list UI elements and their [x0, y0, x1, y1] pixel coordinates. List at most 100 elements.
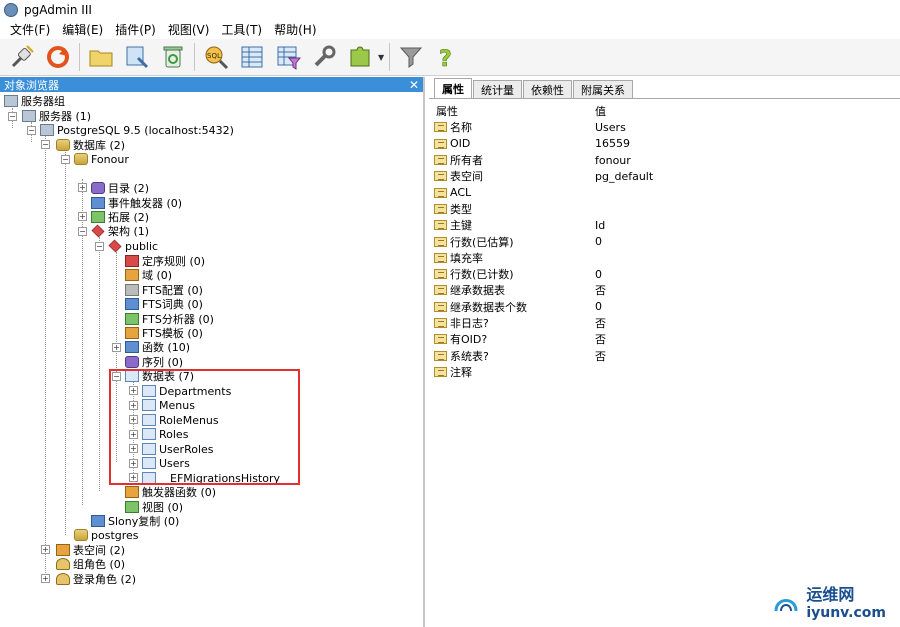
property-row[interactable]: 注释: [434, 364, 900, 380]
tree-node-fonour-db[interactable]: Fonour: [74, 152, 129, 166]
property-row[interactable]: 有OID? 否: [434, 331, 900, 347]
collapse-toggle[interactable]: −: [8, 112, 17, 121]
menu-plugins[interactable]: 插件(P): [109, 21, 162, 38]
property-row[interactable]: 非日志? 否: [434, 315, 900, 331]
toolbar: SQL ▼ ?: [0, 39, 900, 76]
tree-node-extensions[interactable]: 拓展 (2): [91, 210, 149, 224]
property-row[interactable]: 继承数据表 否: [434, 282, 900, 298]
tree-node-slony-replication[interactable]: Slony复制 (0): [91, 514, 179, 528]
tab-statistics[interactable]: 统计量: [473, 80, 522, 98]
properties-icon: [126, 46, 149, 69]
connect-icon: [11, 45, 34, 68]
expand-toggle[interactable]: +: [41, 545, 50, 554]
property-name: 类型: [450, 202, 472, 216]
open-folder-button[interactable]: [85, 41, 117, 73]
tree-node-views[interactable]: 视图 (0): [125, 500, 183, 514]
tree-node-fts-parsers[interactable]: FTS分析器 (0): [125, 312, 214, 326]
tree-node-fts-templates[interactable]: FTS模板 (0): [125, 326, 203, 340]
property-value: pg_default: [595, 169, 654, 183]
tree-node-collations[interactable]: 定序规则 (0): [125, 254, 205, 268]
hint-button[interactable]: [395, 41, 427, 73]
collapse-toggle[interactable]: −: [41, 140, 50, 149]
help-button[interactable]: ?: [431, 41, 463, 73]
watermark-cn: 运维网: [806, 585, 855, 604]
tree-node-postgres-db[interactable]: postgres: [74, 528, 139, 542]
property-icon: [434, 285, 447, 296]
plugins-dropdown-arrow[interactable]: ▼: [378, 41, 386, 73]
tree-node-domains[interactable]: 域 (0): [125, 268, 172, 282]
property-row[interactable]: ACL: [434, 184, 900, 200]
delete-button[interactable]: [157, 41, 189, 73]
property-row[interactable]: 系统表? 否: [434, 347, 900, 363]
property-value: 否: [595, 284, 606, 298]
tree-node-databases[interactable]: 数据库 (2): [56, 138, 125, 152]
property-row[interactable]: 名称 Users: [434, 119, 900, 135]
svg-text:?: ?: [439, 47, 452, 70]
tree-node-catalogs[interactable]: 目录 (2): [91, 181, 149, 195]
property-name: 有OID?: [450, 333, 488, 347]
menu-tools[interactable]: 工具(T): [215, 21, 268, 38]
property-row[interactable]: 类型: [434, 201, 900, 217]
property-row[interactable]: 行数(已估算) 0: [434, 233, 900, 249]
view-data-button[interactable]: [236, 41, 268, 73]
plugins-button[interactable]: [344, 41, 376, 73]
menu-file[interactable]: 文件(F): [4, 21, 56, 38]
properties-button[interactable]: [121, 41, 153, 73]
menu-view[interactable]: 视图(V): [162, 21, 216, 38]
property-row[interactable]: 填充率: [434, 250, 900, 266]
tree-node-postgresql-server[interactable]: PostgreSQL 9.5 (localhost:5432): [40, 123, 234, 137]
filter-data-button[interactable]: [272, 41, 304, 73]
property-icon: [434, 155, 447, 166]
expand-toggle[interactable]: +: [78, 212, 87, 221]
property-name: 继承数据表个数: [450, 300, 527, 314]
view-data-icon: [241, 46, 263, 68]
tree-node-group-roles[interactable]: 组角色 (0): [56, 557, 125, 571]
sql-button[interactable]: SQL: [200, 41, 232, 73]
view-icon: [125, 501, 139, 513]
close-icon[interactable]: ✕: [409, 78, 419, 92]
property-row[interactable]: 表空间 pg_default: [434, 168, 900, 184]
tree-node-public-schema[interactable]: public: [108, 239, 158, 253]
database-icon: [74, 529, 88, 541]
property-row[interactable]: 所有者 fonour: [434, 152, 900, 168]
hint-funnel-icon: [399, 47, 423, 68]
property-name: 名称: [450, 121, 472, 135]
tree-node-fts-dictionaries[interactable]: FTS词典 (0): [125, 297, 203, 311]
tab-properties[interactable]: 属性: [434, 78, 472, 98]
property-row[interactable]: 主键 Id: [434, 217, 900, 233]
tree-node-server-groups[interactable]: 服务器组: [4, 94, 65, 108]
tab-dependencies[interactable]: 依赖性: [523, 80, 572, 98]
tree-node-servers[interactable]: 服务器 (1): [22, 109, 91, 123]
expand-toggle[interactable]: +: [112, 343, 121, 352]
tree-node-event-triggers[interactable]: 事件触发器 (0): [91, 196, 182, 210]
help-question-icon: ?: [439, 47, 452, 70]
property-icon: [434, 301, 447, 312]
collapse-toggle[interactable]: −: [27, 126, 36, 135]
property-row[interactable]: 继承数据表个数 0: [434, 299, 900, 315]
watermark: 运维网 iyunv.com: [772, 581, 886, 621]
property-row[interactable]: OID 16559: [434, 136, 900, 152]
tables-highlight-annotation: [109, 369, 300, 485]
tree-node-tablespaces[interactable]: 表空间 (2): [56, 543, 125, 557]
collapse-toggle[interactable]: −: [95, 242, 104, 251]
tree-node-fts-configurations[interactable]: FTS配置 (0): [125, 283, 203, 297]
connect-button[interactable]: [6, 41, 38, 73]
menu-help[interactable]: 帮助(H): [268, 21, 322, 38]
collapse-toggle[interactable]: −: [78, 227, 87, 236]
tree-node-sequences[interactable]: 序列 (0): [125, 355, 183, 369]
tree-node-functions[interactable]: 函数 (10): [125, 340, 190, 354]
property-row[interactable]: 行数(已计数) 0: [434, 266, 900, 282]
expand-toggle[interactable]: +: [78, 183, 87, 192]
refresh-button[interactable]: [42, 41, 74, 73]
tree-node-schemas[interactable]: 架构 (1): [91, 224, 149, 238]
tree-node-login-roles[interactable]: 登录角色 (2): [56, 572, 136, 586]
tree-node-trigger-functions[interactable]: 触发器函数 (0): [125, 485, 216, 499]
menu-edit[interactable]: 编辑(E): [56, 21, 109, 38]
maintenance-button[interactable]: [308, 41, 340, 73]
sequence-icon: [125, 356, 139, 368]
svg-text:SQL: SQL: [207, 52, 221, 60]
object-browser-panel: 对象浏览器 ✕ 服务器组 − 服务器 (1) − PostgreSQL 9.5 …: [0, 77, 425, 627]
collapse-toggle[interactable]: −: [61, 155, 70, 164]
expand-toggle[interactable]: +: [41, 574, 50, 583]
tab-dependents[interactable]: 附属关系: [573, 80, 633, 98]
